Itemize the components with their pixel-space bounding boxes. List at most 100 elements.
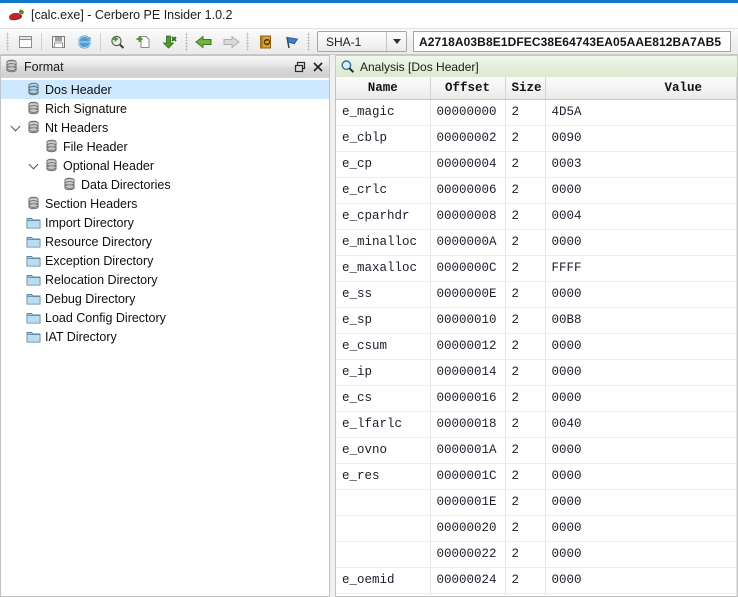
new-window-button[interactable]: [13, 30, 37, 53]
close-panel-button[interactable]: [309, 58, 326, 75]
table-row[interactable]: e_cparhdr 00000008 2 0004: [336, 203, 737, 230]
tree-item-label: IAT Directory: [45, 329, 117, 344]
cell-size: 2: [505, 203, 546, 230]
format-tree[interactable]: Dos Header Rich Signature Nt Headers File H…: [0, 77, 330, 597]
chevron-down-icon[interactable]: [25, 156, 41, 175]
forward-button[interactable]: [218, 30, 242, 53]
table-row[interactable]: e_magic 00000000 2 4D5A: [336, 99, 737, 126]
table-row[interactable]: e_crlc 00000006 2 0000: [336, 177, 737, 204]
hash-algorithm-select[interactable]: SHA-1: [317, 31, 407, 52]
tree-item-debug-directory[interactable]: Debug Directory: [1, 289, 329, 308]
address-book-button[interactable]: [253, 30, 277, 53]
chevron-down-icon[interactable]: [7, 118, 23, 137]
analysis-panel-caption: Analysis [Dos Header]: [335, 55, 738, 77]
hash-value-input[interactable]: A2718A03B8E1DFEC38E64743EA05AAE812BA7AB5: [413, 31, 731, 52]
column-header-size[interactable]: Size: [505, 77, 546, 100]
table-row[interactable]: e_cs 00000016 2 0000: [336, 385, 737, 412]
tree-item-section-headers[interactable]: Section Headers: [1, 194, 329, 213]
tree-twisty-empty: [7, 213, 23, 232]
database-icon: [41, 137, 61, 156]
folder-icon: [23, 251, 43, 270]
tree-item-relocation-directory[interactable]: Relocation Directory: [1, 270, 329, 289]
toolbar-grip[interactable]: [306, 32, 311, 51]
cell-offset: 0000001E: [430, 489, 506, 516]
zoom-scan-button[interactable]: [105, 30, 129, 53]
save-button[interactable]: [46, 30, 70, 53]
cell-size: 2: [505, 489, 546, 516]
table-row[interactable]: e_ss 0000000E 2 0000: [336, 281, 737, 308]
cell-offset: 0000001C: [430, 463, 506, 490]
table-row[interactable]: e_sp 00000010 2 00B8: [336, 307, 737, 334]
remove-file-button[interactable]: [157, 30, 181, 53]
tree-item-exception-directory[interactable]: Exception Directory: [1, 251, 329, 270]
toolbar-grip[interactable]: [184, 32, 189, 51]
cell-name: e_lfarlc: [336, 411, 431, 438]
tree-item-rich-signature[interactable]: Rich Signature: [1, 99, 329, 118]
table-row[interactable]: e_ip 00000014 2 0000: [336, 359, 737, 386]
tree-item-import-directory[interactable]: Import Directory: [1, 213, 329, 232]
database-icon: [28, 101, 38, 115]
cell-value: 0000: [545, 385, 737, 412]
cell-size: 2: [505, 307, 546, 334]
table-row[interactable]: e_cblp 00000002 2 0090: [336, 125, 737, 152]
column-header-offset[interactable]: Offset: [430, 77, 506, 100]
cell-value: 0000: [545, 541, 737, 568]
folder-icon: [23, 289, 43, 308]
folder-icon: [26, 236, 40, 248]
toolbar-grip[interactable]: [245, 32, 250, 51]
tree-item-dos-header[interactable]: Dos Header: [1, 80, 329, 99]
cell-value: 0000: [545, 593, 737, 596]
folder-icon: [26, 274, 40, 286]
window-title: [calc.exe] - Cerbero PE Insider 1.0.2: [31, 8, 233, 22]
table-row[interactable]: e_csum 00000012 2 0000: [336, 333, 737, 360]
arrow-right-icon: [223, 34, 240, 49]
add-file-button[interactable]: [131, 30, 155, 53]
undock-panel-button[interactable]: [291, 58, 308, 75]
table-row[interactable]: 00000022 2 0000: [336, 541, 737, 568]
tree-twisty-empty: [7, 194, 23, 213]
database-icon: [64, 177, 74, 191]
title-bar: [calc.exe] - Cerbero PE Insider 1.0.2: [0, 3, 738, 28]
tree-item-load-config-directory[interactable]: Load Config Directory: [1, 308, 329, 327]
table-row[interactable]: e_maxalloc 0000000C 2 FFFF: [336, 255, 737, 282]
table-row[interactable]: e_cp 00000004 2 0003: [336, 151, 737, 178]
table-row[interactable]: e_lfarlc 00000018 2 0040: [336, 411, 737, 438]
back-button[interactable]: [192, 30, 216, 53]
cell-offset: 00000020: [430, 515, 506, 542]
table-row[interactable]: 0000001E 2 0000: [336, 489, 737, 516]
column-header-value[interactable]: Value: [545, 77, 737, 100]
refresh-button[interactable]: [72, 30, 96, 53]
application-window: [calc.exe] - Cerbero PE Insider 1.0.2 SH…: [0, 0, 738, 597]
table-row[interactable]: e_oeminfo0000002620000: [336, 593, 737, 596]
flag-button[interactable]: [279, 30, 303, 53]
tree-item-nt-headers[interactable]: Nt Headers: [1, 118, 329, 137]
table-row[interactable]: e_ovno 0000001A 2 0000: [336, 437, 737, 464]
table-row[interactable]: e_res 0000001C 2 0000: [336, 463, 737, 490]
toolbar-grip[interactable]: [5, 32, 10, 51]
cell-offset: 00000010: [430, 307, 506, 334]
tree-item-iat-directory[interactable]: IAT Directory: [1, 327, 329, 346]
chevron-down-icon[interactable]: [386, 32, 406, 51]
database-icon: [28, 196, 38, 210]
cell-size: 2: [505, 463, 546, 490]
database-icon: [46, 158, 56, 172]
column-header-name[interactable]: Name: [336, 77, 431, 100]
tree-item-data-directories[interactable]: Data Directories: [1, 175, 329, 194]
tree-twisty-empty: [7, 80, 23, 99]
tree-item-file-header[interactable]: File Header: [1, 137, 329, 156]
tree-item-resource-directory[interactable]: Resource Directory: [1, 232, 329, 251]
cell-value: 0003: [545, 151, 737, 178]
main-split-container: Format Dos Header Rich Signature Nt Head…: [0, 55, 738, 597]
table-row[interactable]: 00000020 2 0000: [336, 515, 737, 542]
table-row[interactable]: e_oemid 00000024 2 0000: [336, 567, 737, 594]
cell-size: 2: [505, 255, 546, 282]
database-icon: [46, 139, 56, 153]
analysis-grid-scroll[interactable]: Name Offset Size Value e_magic 00000000 2 4…: [335, 77, 738, 597]
database-icon: [23, 194, 43, 213]
cell-size: 2: [505, 177, 546, 204]
tree-item-optional-header[interactable]: Optional Header: [1, 156, 329, 175]
tree-item-label: File Header: [63, 139, 128, 154]
table-row[interactable]: e_minalloc 0000000A 2 0000: [336, 229, 737, 256]
database-icon: [23, 118, 43, 137]
cell-name: e_magic: [336, 99, 431, 126]
